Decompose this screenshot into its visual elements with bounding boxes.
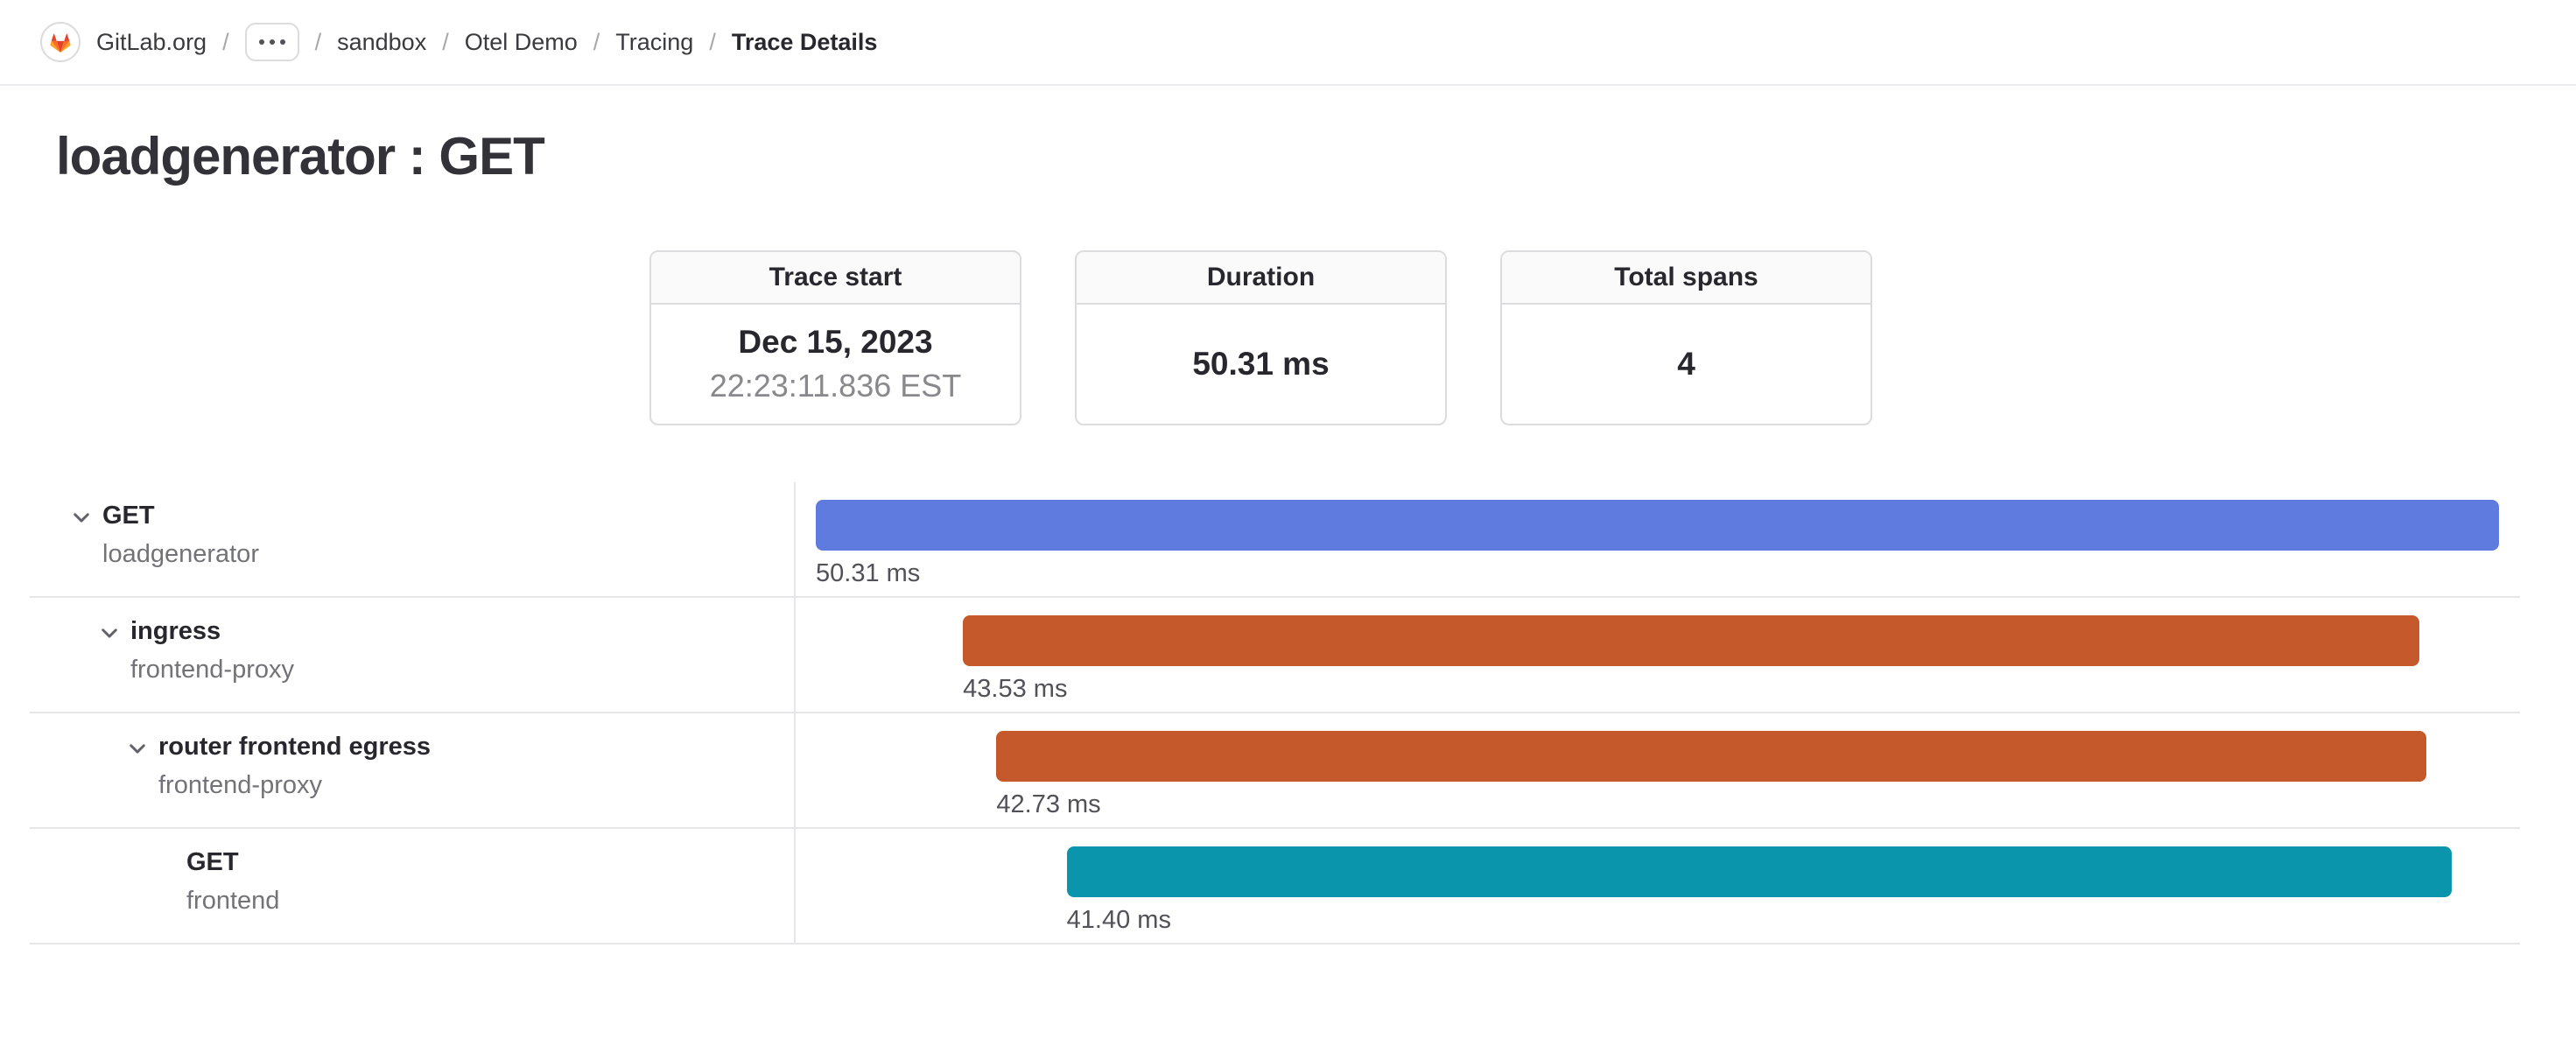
span-waterfall-table: GET loadgenerator 50.31 ms ingress front… [30, 482, 2520, 944]
span-info-cell: ingress frontend-proxy [30, 598, 794, 712]
trace-start-date: Dec 15, 2023 [738, 324, 932, 361]
span-info-cell: router frontend egress frontend-proxy [30, 713, 794, 827]
breadcrumb-item-otel-demo[interactable]: Otel Demo [465, 29, 578, 56]
breadcrumb-item-sandbox[interactable]: sandbox [337, 29, 426, 56]
span-info-cell: GET loadgenerator [30, 482, 794, 596]
card-title: Total spans [1502, 252, 1871, 305]
chevron-down-icon[interactable] [98, 621, 121, 644]
span-duration-bar[interactable] [963, 615, 2419, 666]
span-duration-bar[interactable] [996, 731, 2425, 782]
chevron-down-icon[interactable] [126, 737, 149, 760]
span-timeline-cell: 43.53 ms [816, 598, 2499, 712]
breadcrumb: GitLab.org / / sandbox / Otel Demo / Tracing / Tr… [40, 0, 877, 84]
trace-span-row: router frontend egress frontend-proxy 42… [30, 713, 2520, 829]
breadcrumb-bar: GitLab.org / / sandbox / Otel Demo / Tracing / Tr… [0, 0, 2576, 86]
total-spans-value: 4 [1677, 346, 1695, 383]
span-duration-bar[interactable] [816, 500, 2499, 551]
column-divider [794, 482, 796, 944]
span-timeline-cell: 50.31 ms [816, 482, 2499, 596]
span-service-name: loadgenerator [102, 540, 259, 569]
breadcrumb-separator: / [222, 29, 229, 56]
total-spans-card: Total spans 4 [1500, 250, 1872, 425]
span-operation-name: ingress [130, 617, 221, 646]
span-service-name: frontend-proxy [130, 656, 294, 684]
ellipsis-dot-icon [259, 39, 264, 45]
trace-span-row: GET frontend 41.40 ms [30, 829, 2520, 944]
breadcrumb-item-gitlab-org[interactable]: GitLab.org [96, 29, 207, 56]
span-timeline-cell: 41.40 ms [816, 829, 2499, 943]
span-duration-label: 41.40 ms [1067, 906, 1171, 935]
span-timeline-cell: 42.73 ms [816, 713, 2499, 827]
span-operation-name: GET [186, 848, 239, 877]
span-duration-bar[interactable] [1067, 846, 2452, 897]
span-service-name: frontend-proxy [158, 771, 322, 800]
duration-card: Duration 50.31 ms [1075, 250, 1447, 425]
trace-details-page: GitLab.org / / sandbox / Otel Demo / Tracing / Tr… [0, 0, 2576, 1039]
span-duration-label: 50.31 ms [816, 559, 920, 588]
gitlab-logo-icon[interactable] [40, 22, 81, 62]
span-duration-label: 43.53 ms [963, 675, 1067, 704]
breadcrumb-separator: / [709, 29, 716, 56]
span-duration-label: 42.73 ms [996, 790, 1100, 819]
breadcrumb-separator: / [442, 29, 449, 56]
ellipsis-dot-icon [270, 39, 275, 45]
card-title: Trace start [651, 252, 1020, 305]
duration-value: 50.31 ms [1192, 346, 1329, 383]
card-title: Duration [1077, 252, 1445, 305]
trace-summary-cards: Trace start Dec 15, 2023 22:23:11.836 ES… [649, 250, 1872, 425]
span-info-cell: GET frontend [30, 829, 794, 943]
span-service-name: frontend [186, 887, 279, 916]
gitlab-tanuki-icon [48, 31, 73, 53]
chevron-down-icon[interactable] [70, 506, 93, 529]
trace-start-time: 22:23:11.836 EST [710, 368, 962, 404]
trace-span-row: GET loadgenerator 50.31 ms [30, 482, 2520, 598]
breadcrumb-separator: / [315, 29, 322, 56]
breadcrumb-ellipsis-button[interactable] [245, 23, 299, 61]
span-operation-name: GET [102, 502, 155, 530]
trace-span-row: ingress frontend-proxy 43.53 ms [30, 598, 2520, 713]
page-title: loadgenerator : GET [56, 126, 544, 186]
ellipsis-dot-icon [280, 39, 285, 45]
trace-start-card: Trace start Dec 15, 2023 22:23:11.836 ES… [649, 250, 1021, 425]
breadcrumb-item-tracing[interactable]: Tracing [615, 29, 693, 56]
span-operation-name: router frontend egress [158, 733, 431, 762]
breadcrumb-item-trace-details: Trace Details [732, 29, 878, 56]
breadcrumb-separator: / [593, 29, 600, 56]
